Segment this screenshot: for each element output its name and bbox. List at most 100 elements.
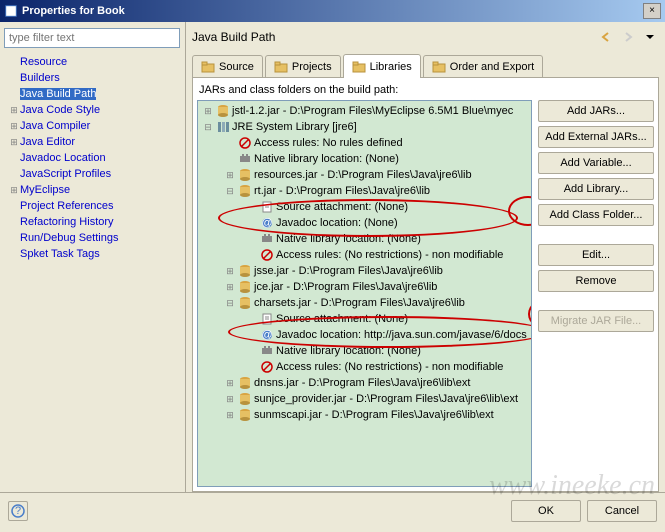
add-external-jars-button[interactable]: Add External JARs... [538,126,654,148]
nav-item[interactable]: ⊞Java Compiler [6,118,181,134]
jar-icon [238,392,252,406]
nav-item-label: Java Code Style [20,104,100,116]
acc-icon [260,248,274,262]
forward-button[interactable] [619,28,637,46]
tree-row[interactable]: ⊞sunjce_provider.jar - D:\Program Files\… [198,391,531,407]
help-button[interactable]: ? [8,501,28,521]
nav-item[interactable]: Spket Task Tags [6,246,181,262]
tree-row[interactable]: ⊞ jsse.jar - D:\Program Files\Java\jre6\l… [198,263,531,279]
tab-label: Order and Export [450,61,534,73]
add-jars-button[interactable]: Add JARs... [538,100,654,122]
tree-row[interactable]: ⊞resources.jar - D:\Program Files\Java\j… [198,167,531,183]
svg-text:?: ? [15,505,21,517]
expand-icon[interactable]: ⊞ [8,185,20,196]
tree-row[interactable]: Native library location: (None) [198,151,531,167]
expand-icon[interactable]: ⊞ [224,378,236,389]
tree-row[interactable]: ⊟rt.jar - D:\Program Files\Java\jre6\lib [198,183,531,199]
jar-icon [238,408,252,422]
add-library-button[interactable]: Add Library... [538,178,654,200]
svg-text:@: @ [261,329,272,341]
tree-row[interactable]: ⊟JRE System Library [jre6] [198,119,531,135]
tab[interactable]: Source [192,55,263,77]
tree-row[interactable]: Native library location: (None) [198,231,531,247]
tree-row-label: Source attachment: (None) [276,313,408,325]
expand-icon[interactable]: ⊞ [224,170,236,181]
button-column: Add JARs... Add External JARs... Add Var… [538,100,654,487]
tab[interactable]: Projects [265,55,341,77]
right-panel: Java Build Path SourceProjectsLibrariesO… [186,22,665,492]
nav-item[interactable]: Java Build Path [6,86,181,102]
nat-icon [260,344,274,358]
tree-row[interactable]: Source attachment: (None) [198,311,531,327]
nav-item[interactable]: Builders [6,70,181,86]
tree-row[interactable]: ⊞dnsns.jar - D:\Program Files\Java\jre6\… [198,375,531,391]
tree-row[interactable]: @Javadoc location: (None) [198,215,531,231]
add-class-folder-button[interactable]: Add Class Folder... [538,204,654,226]
nav-item[interactable]: ⊞MyEclipse [6,182,181,198]
nav-item[interactable]: ⊞Java Code Style [6,102,181,118]
expand-icon[interactable]: ⊞ [224,410,236,421]
tree-row[interactable]: ⊞sunmscapi.jar - D:\Program Files\Java\j… [198,407,531,423]
expand-icon[interactable]: ⊞ [202,106,214,117]
nav-item-label: Java Build Path [20,88,96,100]
tree-row[interactable]: Source attachment: (None) [198,199,531,215]
expand-icon[interactable]: ⊞ [8,105,20,116]
tree-row[interactable]: Native library location: (None) [198,343,531,359]
remove-button[interactable]: Remove [538,270,654,292]
tree-row[interactable]: Access rules: (No restrictions) - non mo… [198,359,531,375]
nav-item[interactable]: Javadoc Location [6,150,181,166]
tree-row-label: charsets.jar - D:\Program Files\Java\jre… [254,297,465,309]
tree-row[interactable]: @Javadoc location: http://java.sun.com/j… [198,327,531,343]
nav-item[interactable]: Resource [6,54,181,70]
tree-row[interactable]: Access rules: (No restrictions) - non mo… [198,247,531,263]
tree-row[interactable]: ⊟ charsets.jar - D:\Program Files\Java\jr… [198,295,531,311]
tab-icon [274,61,288,73]
titlebar: Properties for Book × [0,0,665,22]
nav-item[interactable]: Refactoring History [6,214,181,230]
nav-item-label: Resource [20,56,67,68]
tab-bar: Source ProjectsLibraries Order and Export [192,54,659,78]
tree-row-label: jce.jar - D:\Program Files\Java\jre6\lib [254,281,437,293]
nat-icon [238,152,252,166]
expand-icon[interactable]: ⊞ [224,282,236,293]
libraries-tree[interactable]: ⊞jstl-1.2.jar - D:\Program Files\MyEclip… [197,100,532,487]
nav-item-label: MyEclipse [20,184,70,196]
back-button[interactable] [597,28,615,46]
tab[interactable]: Order and Export [423,55,543,77]
tree-row-label: Native library location: (None) [276,345,421,357]
nav-item[interactable]: ⊞Java Editor [6,134,181,150]
nav-item-label: Javadoc Location [20,152,106,164]
nav-item-label: JavaScript Profiles [20,168,111,180]
tree-row-label: jsse.jar - D:\Program Files\Java\jre6\li… [254,265,443,277]
tree-row[interactable]: ⊞jstl-1.2.jar - D:\Program Files\MyEclip… [198,103,531,119]
nav-item-label: Project References [20,200,114,212]
tree-row-label: Access rules: (No restrictions) - non mo… [276,249,503,261]
tab-label: Source [219,61,254,73]
tab[interactable]: Libraries [343,54,421,78]
footer: ? OK Cancel [0,492,665,528]
expand-icon[interactable]: ⊞ [8,137,20,148]
nav-item-label: Run/Debug Settings [20,232,118,244]
cancel-button[interactable]: Cancel [587,500,657,522]
expand-icon[interactable]: ⊞ [8,121,20,132]
expand-icon[interactable]: ⊟ [202,122,214,133]
expand-icon[interactable]: ⊟ [224,298,236,309]
close-button[interactable]: × [643,3,661,19]
expand-icon[interactable]: ⊞ [224,266,236,277]
nav-item[interactable]: Run/Debug Settings [6,230,181,246]
ok-button[interactable]: OK [511,500,581,522]
add-variable-button[interactable]: Add Variable... [538,152,654,174]
edit-button[interactable]: Edit... [538,244,654,266]
filter-input[interactable] [4,28,180,48]
expand-icon[interactable]: ⊞ [224,394,236,405]
nav-item[interactable]: JavaScript Profiles [6,166,181,182]
tree-row[interactable]: ⊞ jce.jar - D:\Program Files\Java\jre6\li… [198,279,531,295]
tab-icon [352,61,366,73]
jar-icon [216,104,230,118]
nav-item[interactable]: Project References [6,198,181,214]
src-icon [260,200,274,214]
svg-text:@: @ [261,217,272,229]
menu-button[interactable] [641,28,659,46]
tree-row[interactable]: Access rules: No rules defined [198,135,531,151]
expand-icon[interactable]: ⊟ [224,186,236,197]
